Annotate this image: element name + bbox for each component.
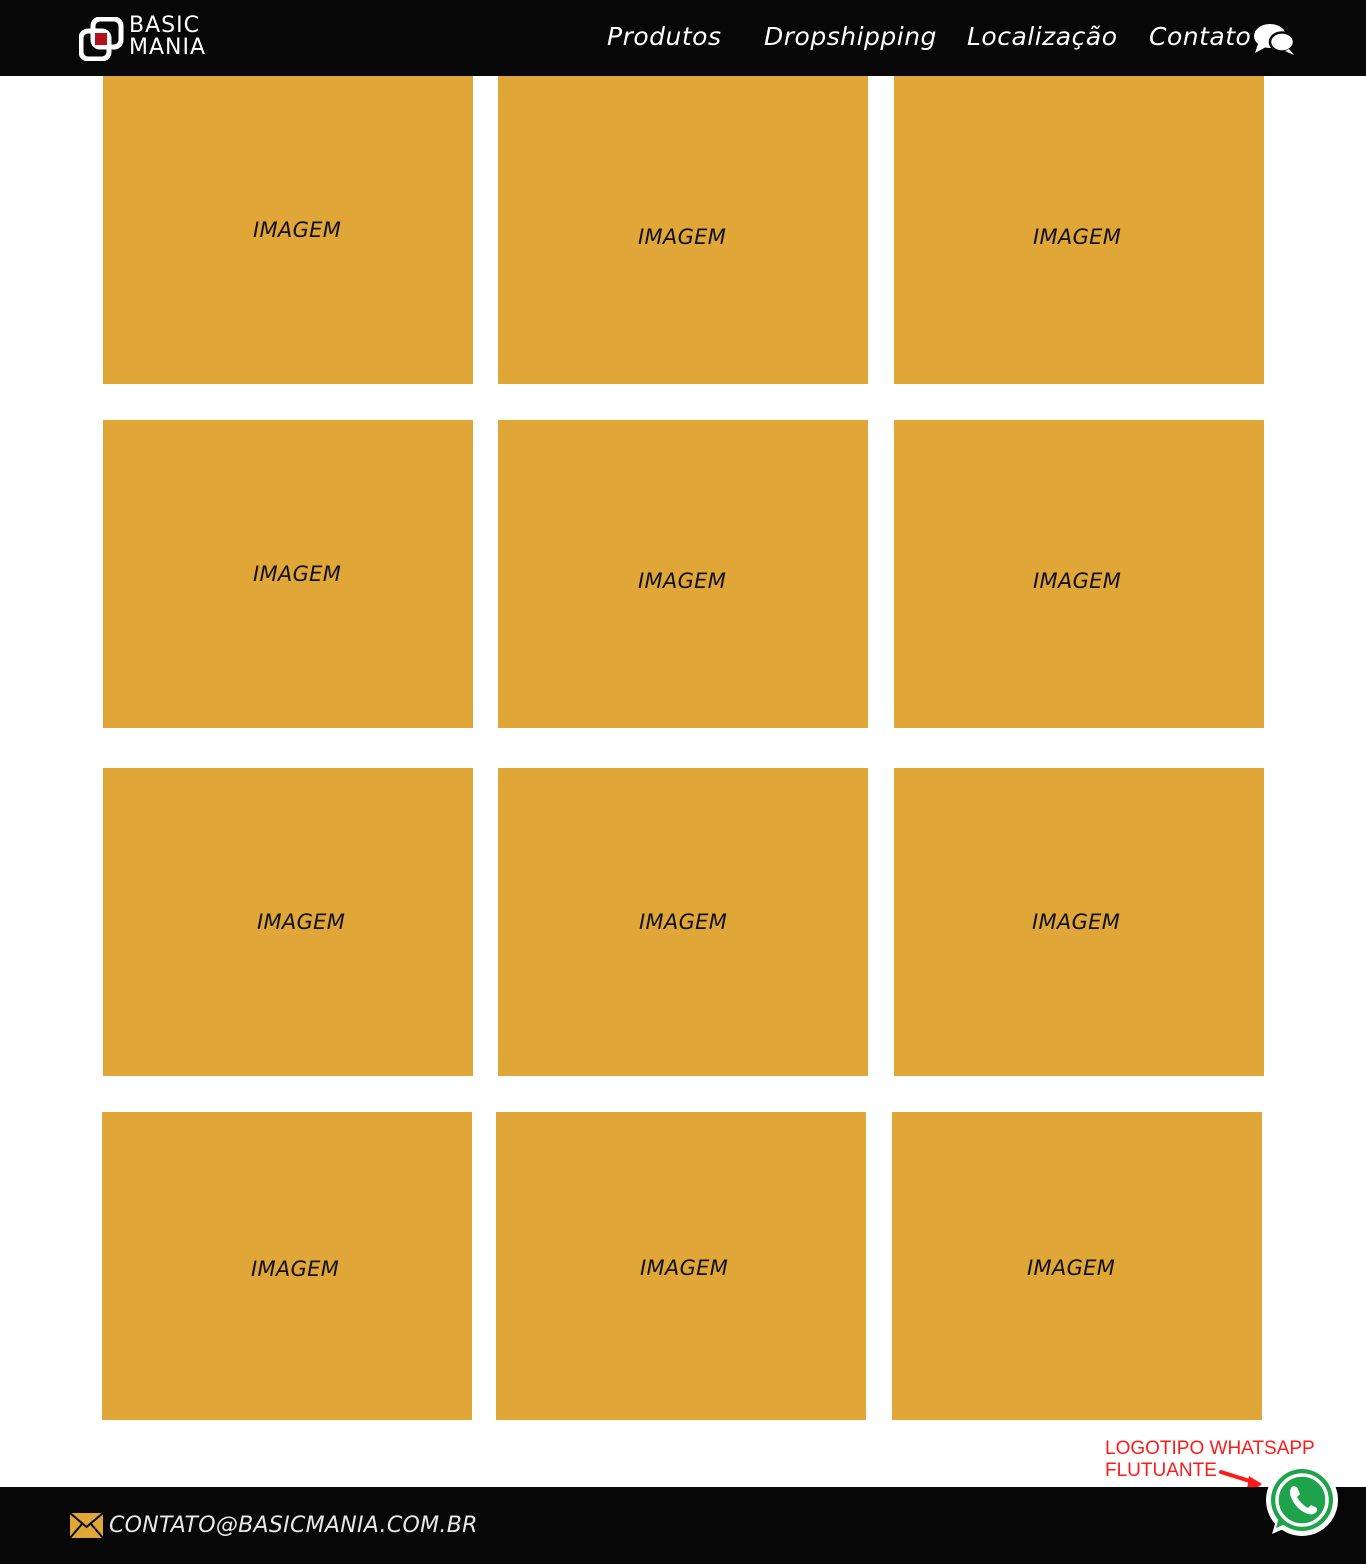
- image-placeholder-11[interactable]: IMAGEM: [496, 1112, 866, 1420]
- footer-email-link[interactable]: CONTATO@BASICMANIA.COM.BR: [109, 1511, 478, 1541]
- image-placeholder-12[interactable]: IMAGEM: [892, 1112, 1262, 1420]
- chat-bubbles-icon[interactable]: [1252, 22, 1296, 56]
- image-placeholder-5[interactable]: IMAGEM: [498, 420, 868, 728]
- nav-item-dropshipping[interactable]: Dropshipping: [764, 20, 937, 54]
- image-placeholder-label: IMAGEM: [638, 225, 727, 249]
- image-placeholder-1[interactable]: IMAGEM: [103, 76, 473, 384]
- image-placeholder-2[interactable]: IMAGEM: [498, 76, 868, 384]
- image-placeholder-label: IMAGEM: [639, 910, 728, 934]
- mail-icon: [69, 1512, 104, 1539]
- nav-item-produtos[interactable]: Produtos: [607, 20, 722, 54]
- image-placeholder-10[interactable]: IMAGEM: [102, 1112, 472, 1420]
- image-placeholder-7[interactable]: IMAGEM: [103, 768, 473, 1076]
- site-header: BASIC MANIA Produtos Dropshipping Locali…: [0, 0, 1366, 76]
- image-placeholder-3[interactable]: IMAGEM: [894, 76, 1264, 384]
- image-placeholder-label: IMAGEM: [1033, 225, 1122, 249]
- annotation-line-1: LOGOTIPO WHATSAPP: [1105, 1438, 1315, 1459]
- image-placeholder-label: IMAGEM: [253, 562, 342, 586]
- image-placeholder-label: IMAGEM: [640, 1256, 729, 1280]
- nav-item-contato[interactable]: Contato: [1149, 20, 1251, 54]
- image-placeholder-label: IMAGEM: [1027, 1256, 1116, 1280]
- image-placeholder-4[interactable]: IMAGEM: [103, 420, 473, 728]
- main-nav: Produtos Dropshipping Localização Contat…: [0, 0, 1366, 76]
- image-placeholder-label: IMAGEM: [257, 910, 346, 934]
- image-placeholder-8[interactable]: IMAGEM: [498, 768, 868, 1076]
- image-placeholder-6[interactable]: IMAGEM: [894, 420, 1264, 728]
- image-placeholder-label: IMAGEM: [638, 569, 727, 593]
- image-placeholder-9[interactable]: IMAGEM: [894, 768, 1264, 1076]
- image-placeholder-label: IMAGEM: [251, 1257, 340, 1281]
- image-placeholder-label: IMAGEM: [1032, 910, 1121, 934]
- nav-item-localizacao[interactable]: Localização: [967, 20, 1117, 54]
- image-placeholder-label: IMAGEM: [253, 218, 342, 242]
- image-placeholder-label: IMAGEM: [1033, 569, 1122, 593]
- whatsapp-icon[interactable]: [1262, 1462, 1340, 1540]
